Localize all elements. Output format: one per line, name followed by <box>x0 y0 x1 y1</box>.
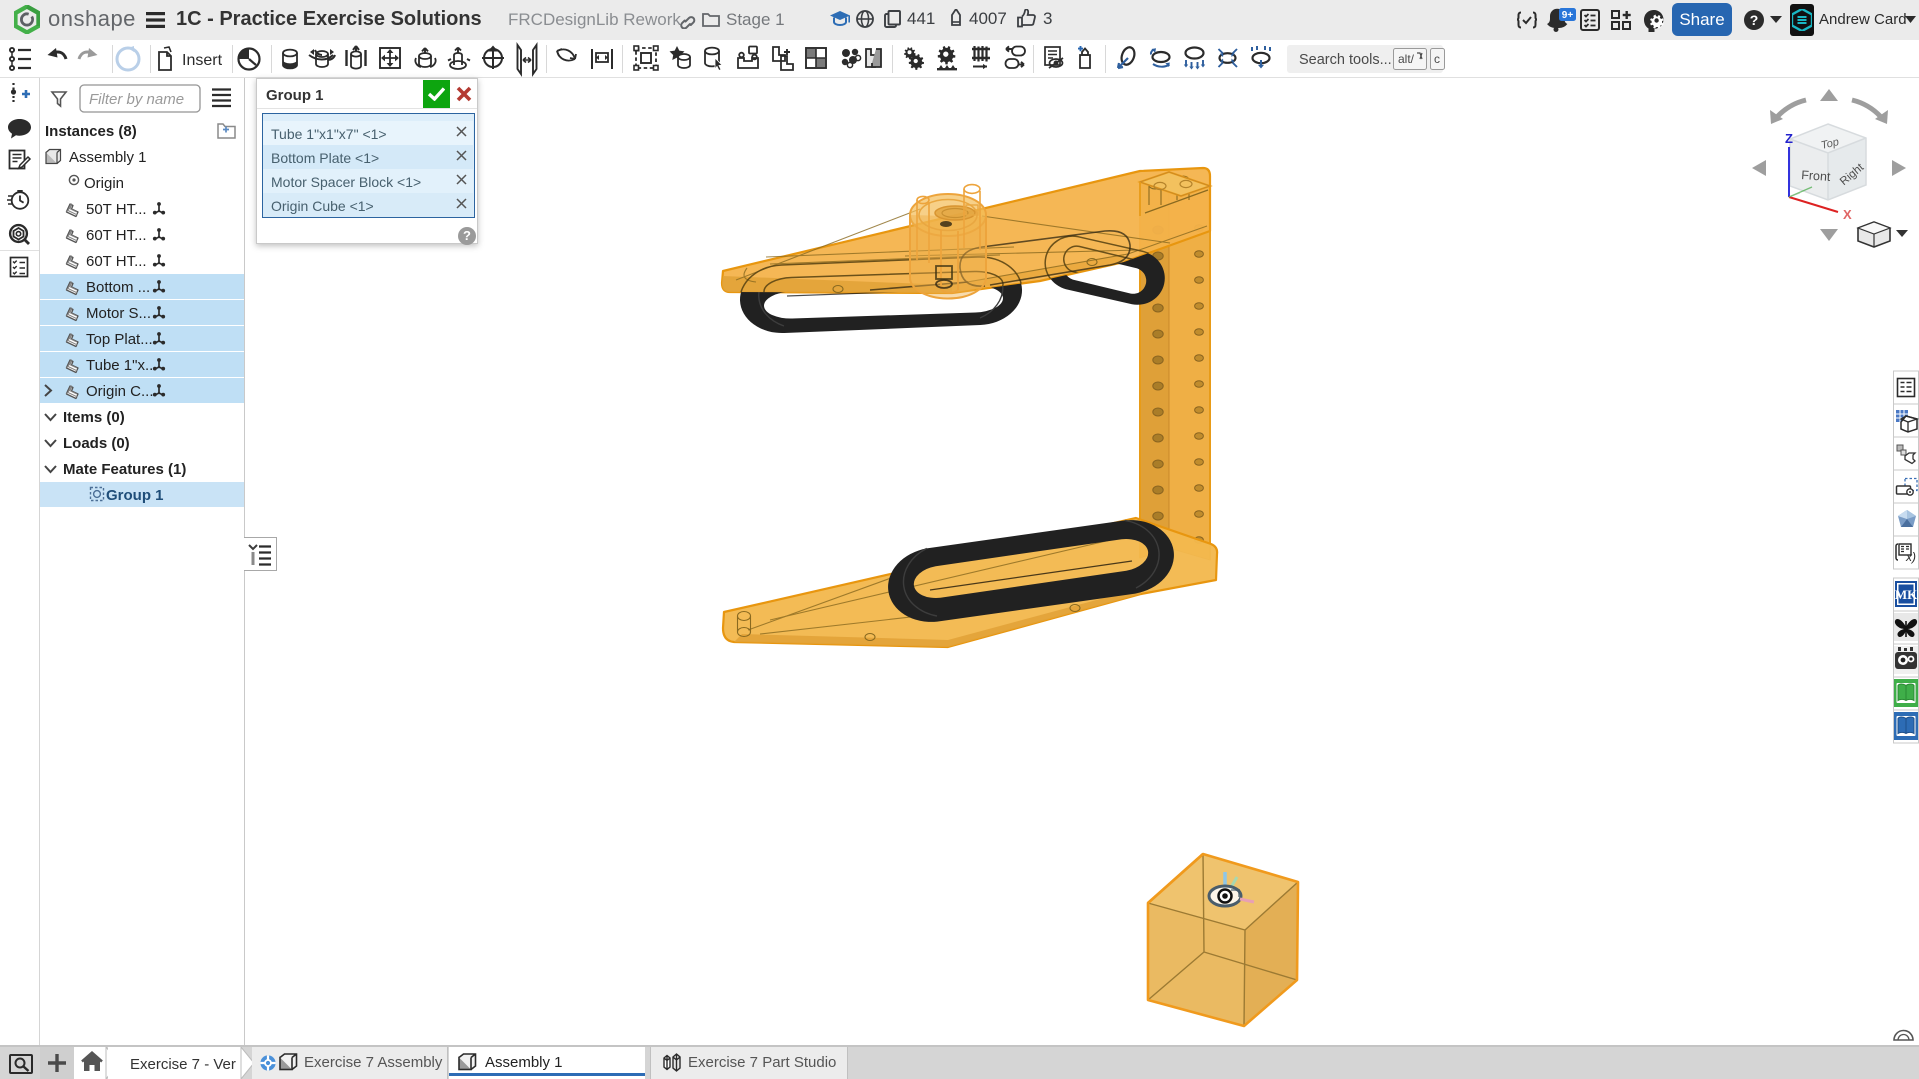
svg-text:Items (0): Items (0) <box>63 409 125 426</box>
svg-text:Search tools...: Search tools... <box>1299 52 1392 68</box>
svg-text:x): x) <box>1905 550 1916 564</box>
svg-text:Group 1: Group 1 <box>106 487 164 504</box>
svg-text:MK: MK <box>1895 587 1918 602</box>
svg-text:Exercise 7 - Ver: Exercise 7 - Ver <box>130 1056 236 1073</box>
svg-text:alt/: alt/ <box>1398 52 1415 66</box>
svg-text:60T HT...: 60T HT... <box>86 227 147 244</box>
svg-text:Tube 1"x...: Tube 1"x... <box>86 357 157 374</box>
svg-text:Insert: Insert <box>182 52 223 69</box>
svg-text:?: ? <box>1750 12 1759 28</box>
svg-text:Loads (0): Loads (0) <box>63 435 130 452</box>
svg-text:Motor S...: Motor S... <box>86 305 151 322</box>
svg-text:50T HT...: 50T HT... <box>86 201 147 218</box>
svg-text:Instances (8): Instances (8) <box>45 123 137 140</box>
svg-text:X: X <box>1843 207 1852 222</box>
svg-text:c: c <box>1434 52 1440 66</box>
svg-text:60T HT...: 60T HT... <box>86 253 147 270</box>
svg-text:Mate Features (1): Mate Features (1) <box>63 461 186 478</box>
svg-text:Z: Z <box>1785 131 1793 146</box>
svg-text:Bottom ...: Bottom ... <box>86 279 150 296</box>
svg-text:Origin C...: Origin C... <box>86 383 154 400</box>
svg-text:Assembly 1: Assembly 1 <box>69 149 147 166</box>
svg-text:Top Plat...: Top Plat... <box>86 331 153 348</box>
svg-text:Front: Front <box>1801 168 1832 184</box>
svg-text:Filter by name: Filter by name <box>89 91 184 108</box>
svg-text:Origin: Origin <box>84 175 124 192</box>
svg-text:9+: 9+ <box>1562 10 1574 21</box>
